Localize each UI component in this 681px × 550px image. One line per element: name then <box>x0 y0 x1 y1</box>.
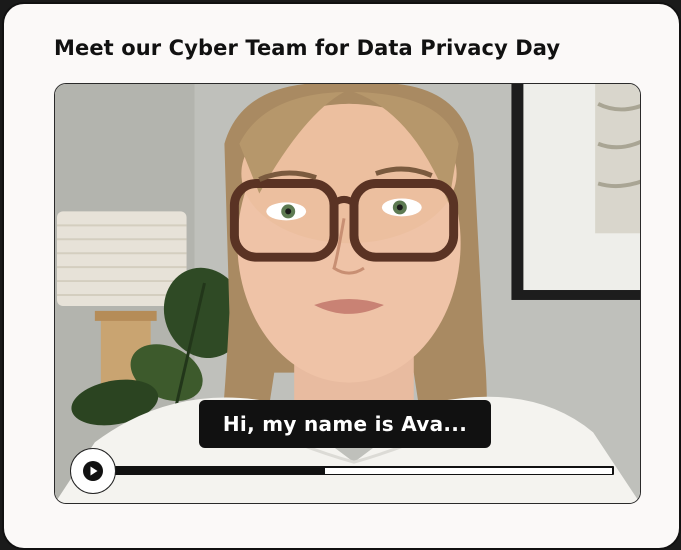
video-caption: Hi, my name is Ava... <box>199 400 491 448</box>
progress-remaining <box>325 467 612 474</box>
play-button[interactable] <box>70 448 116 494</box>
card-title: Meet our Cyber Team for Data Privacy Day <box>54 36 561 60</box>
video-card: Meet our Cyber Team for Data Privacy Day <box>2 2 681 550</box>
progress-bar[interactable] <box>115 466 614 475</box>
play-icon <box>83 461 103 481</box>
video-player[interactable]: Hi, my name is Ava... <box>54 83 641 504</box>
